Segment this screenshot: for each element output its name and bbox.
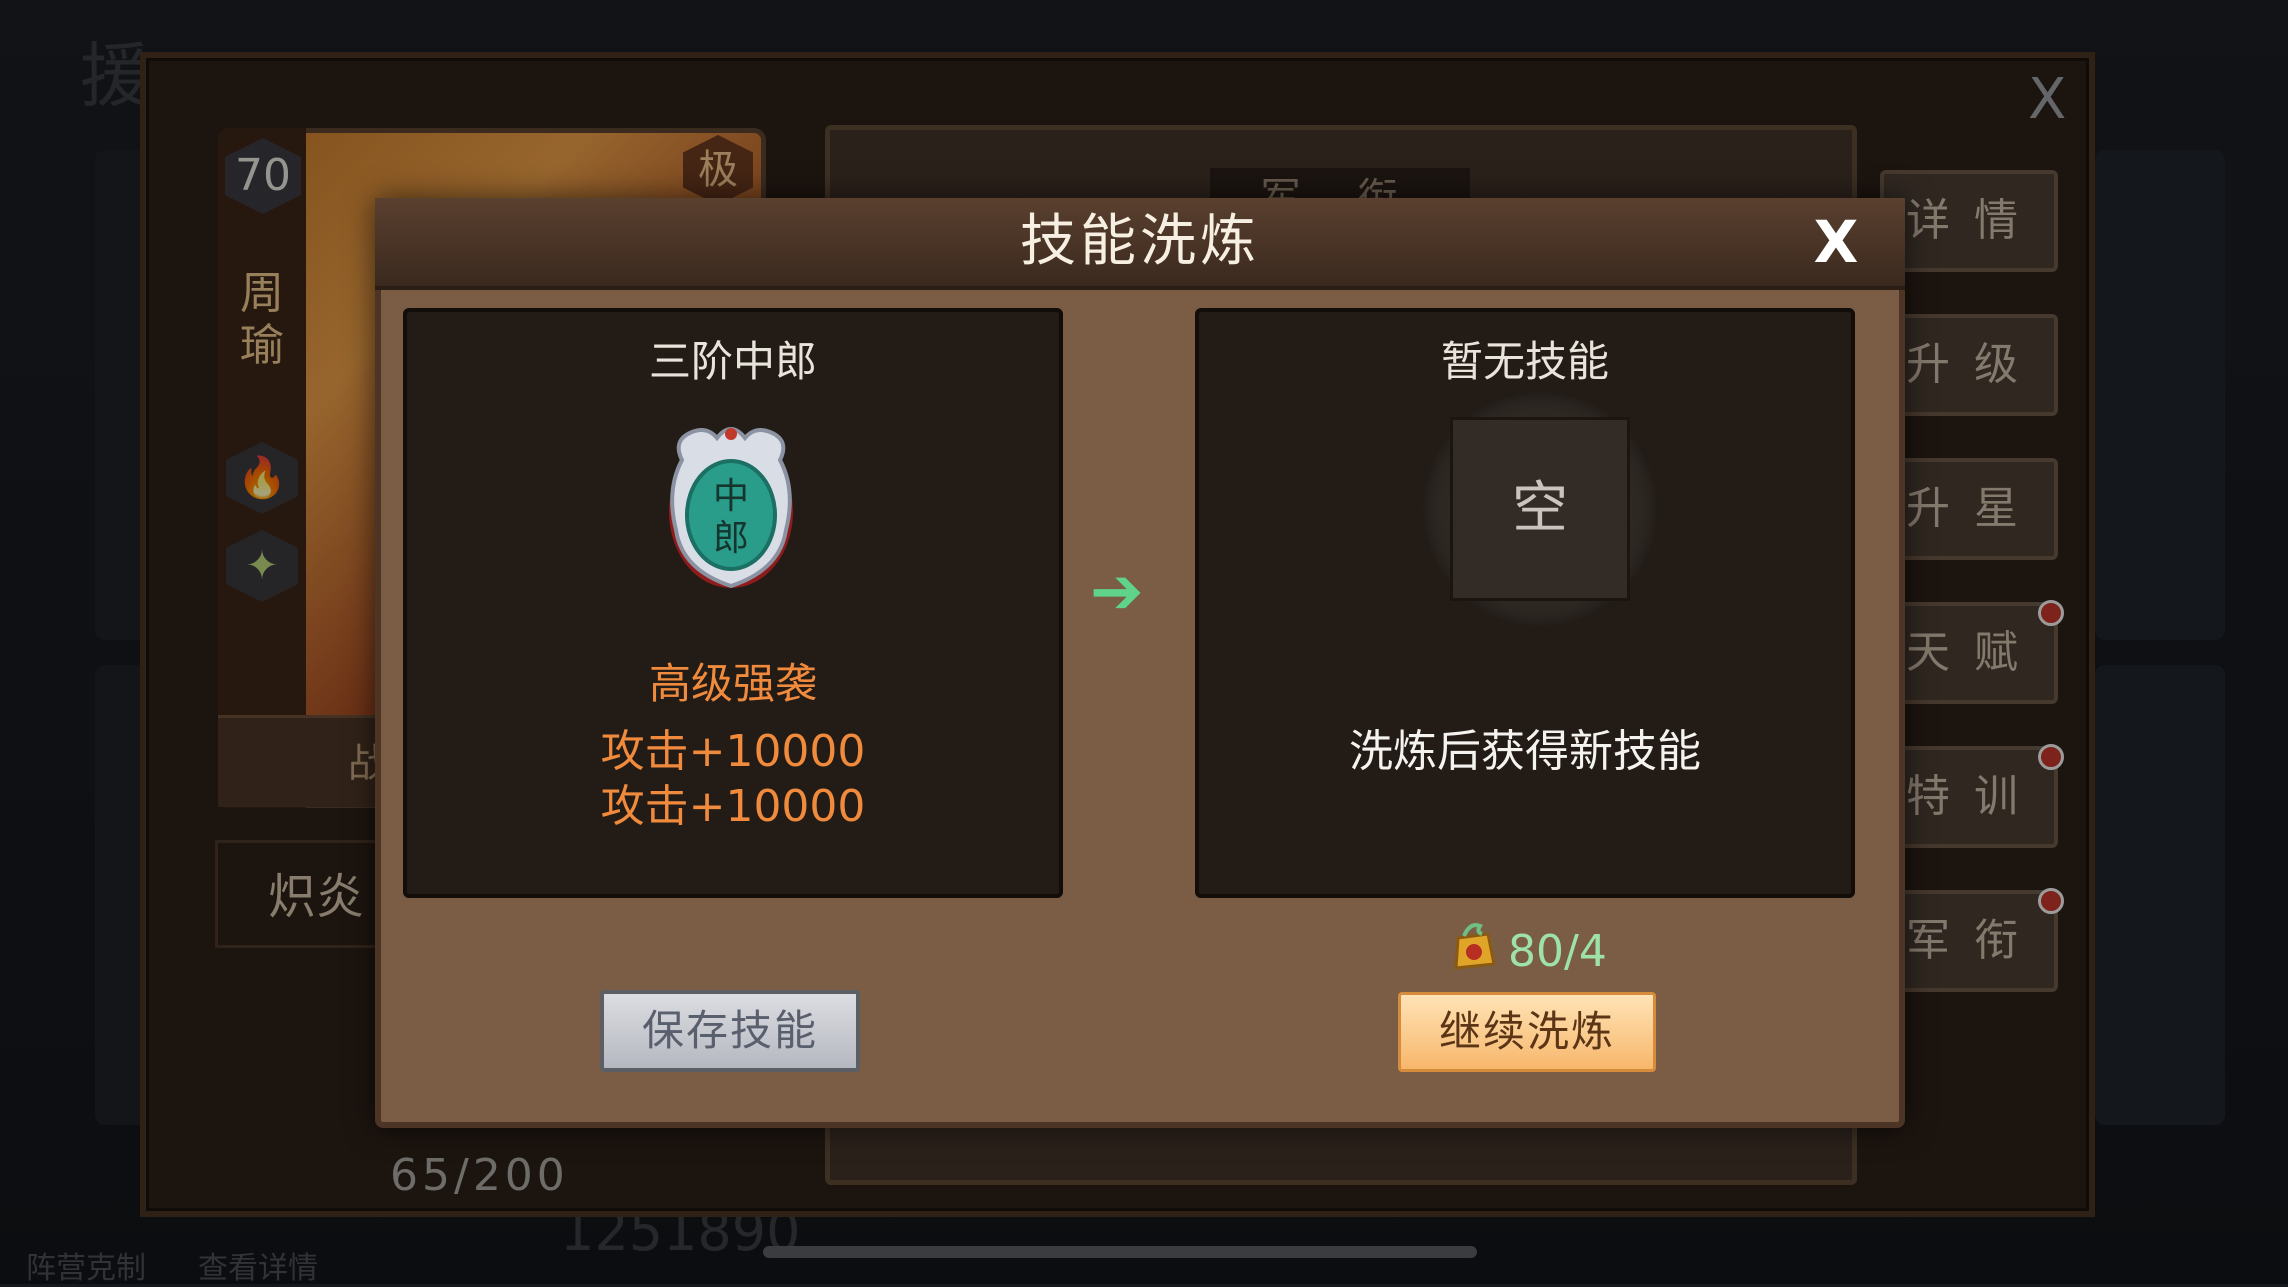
- arrow-right-icon: ➔: [1090, 555, 1144, 629]
- emblem-text-top: 中: [713, 476, 749, 517]
- save-skill-button[interactable]: 保存技能: [600, 990, 860, 1072]
- result-skill-title: 暂无技能: [1440, 337, 1609, 386]
- refine-stone-icon: [1454, 923, 1496, 970]
- dialog-title: 技能洗炼: [1020, 209, 1260, 274]
- continue-refine-button[interactable]: 继续洗炼: [1398, 992, 1656, 1072]
- dialog-close-button[interactable]: X: [1800, 206, 1872, 278]
- refine-cost-value: 80/4: [1508, 926, 1607, 977]
- current-skill-attribute-2: 攻击+10000: [600, 781, 866, 832]
- emblem-text-bottom: 郎: [713, 518, 749, 559]
- empty-skill-slot: 空: [1450, 417, 1630, 601]
- current-skill-rank: 三阶中郎: [648, 337, 817, 386]
- current-skill-name: 高级强袭: [648, 659, 817, 708]
- refine-hint-text: 洗炼后获得新技能: [1349, 726, 1701, 777]
- skill-emblem-icon: 中 郎: [669, 427, 793, 589]
